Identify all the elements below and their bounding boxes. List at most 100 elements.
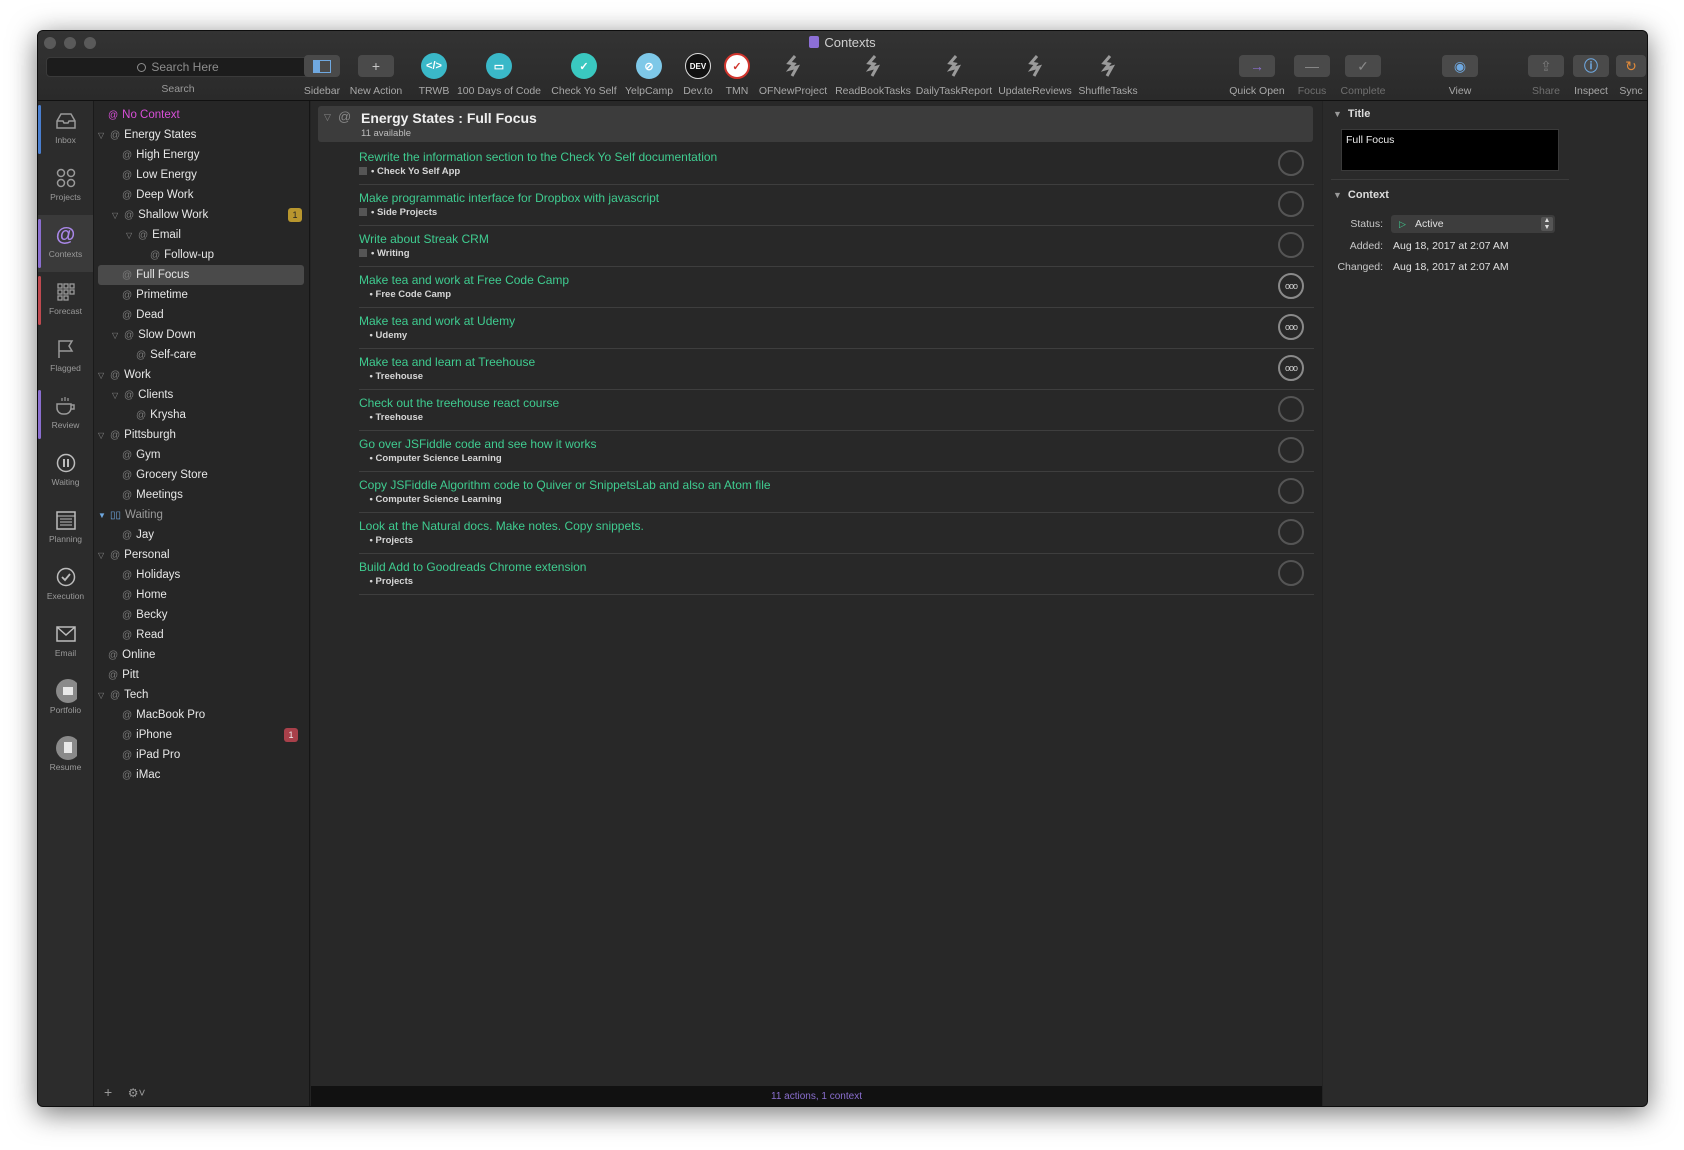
rail-item-resume[interactable]: Resume [38,728,93,785]
rail-item-portfolio[interactable]: Portfolio [38,671,93,728]
sidebar-item-meetings[interactable]: @ Meetings [122,485,302,505]
sidebar-item-energy-states[interactable]: ▽ @ Energy States [98,125,298,145]
inspector-context-section[interactable]: ▼ Context [1333,189,1389,201]
new-action-button[interactable]: + New Action [346,53,406,97]
sidebar-item-krysha[interactable]: @ Krysha [136,405,296,425]
readbooktasks-button[interactable]: ReadBookTasks [834,53,912,97]
sidebar-item-ipad-pro[interactable]: @ iPad Pro [122,745,302,765]
disclosure-triangle-icon[interactable]: ▽ [126,231,138,240]
disclosure-triangle-icon[interactable]: ▽ [98,131,110,140]
disclosure-triangle-icon[interactable]: ▽ [98,431,110,440]
rail-item-inbox[interactable]: Inbox [38,101,93,158]
disclosure-triangle-icon[interactable]: ▽ [112,331,124,340]
sidebar-item-jay[interactable]: @ Jay [122,525,302,545]
sidebar-item-home[interactable]: @ Home [122,585,302,605]
quick-open-button[interactable]: → Quick Open [1226,53,1288,97]
ofnewproject-button[interactable]: OFNewProject [756,53,830,97]
sidebar-item-iphone[interactable]: @ iPhone 1 [122,725,304,745]
sidebar-item-pittsburgh[interactable]: ▽ @ Pittsburgh [98,425,298,445]
complete-button[interactable]: ✓ Complete [1336,53,1390,97]
devto-button[interactable]: DEV Dev.to [678,53,718,97]
sidebar-item-high-energy[interactable]: @ High Energy [122,145,302,165]
action-title[interactable]: Copy JSFiddle Algorithm code to Quiver o… [359,478,771,492]
sidebar-item-grocery-store[interactable]: @ Grocery Store [122,465,302,485]
disclosure-triangle-icon[interactable]: ▼ [1333,109,1342,119]
sidebar-item-self-care[interactable]: @ Self-care [136,345,296,365]
title-field[interactable]: Full Focus [1341,129,1559,171]
disclosure-triangle-icon[interactable]: ▼ [98,511,110,520]
action-title[interactable]: Write about Streak CRM [359,232,489,246]
sidebar-item-pitt[interactable]: @ Pitt [108,665,298,685]
action-row[interactable]: Go over JSFiddle code and see how it wor… [359,431,1314,472]
rail-item-waiting[interactable]: Waiting [38,443,93,500]
rail-item-projects[interactable]: Projects [38,158,93,215]
sidebar-item-follow-up[interactable]: @ Follow-up [150,245,300,265]
gear-icon[interactable]: ⚙˅ [128,1086,146,1100]
action-row[interactable]: Rewrite the information section to the C… [359,144,1314,185]
100-days-of-code-button[interactable]: ▭ 100 Days of Code [456,53,542,97]
sidebar-item-dead[interactable]: @ Dead [122,305,302,325]
action-title[interactable]: Make tea and work at Free Code Camp [359,273,569,287]
action-title[interactable]: Check out the treehouse react course [359,396,559,410]
action-row[interactable]: Check out the treehouse react course • T… [359,390,1314,431]
updatereviews-button[interactable]: UpdateReviews [996,53,1074,97]
action-row[interactable]: Write about Streak CRM • Writing [359,226,1314,267]
action-row[interactable]: Copy JSFiddle Algorithm code to Quiver o… [359,472,1314,513]
trwb-button[interactable]: </> TRWB [416,53,452,97]
status-circle-more[interactable]: ooo [1278,273,1304,299]
sidebar-item-online[interactable]: @ Online [108,645,298,665]
rail-item-planning[interactable]: Planning [38,500,93,557]
inspect-button[interactable]: ⓘ Inspect [1570,53,1612,97]
sidebar-toggle-button[interactable]: Sidebar [300,53,344,97]
rail-item-email[interactable]: Email [38,614,93,671]
sidebar-item-holidays[interactable]: @ Holidays [122,565,302,585]
rail-item-contexts[interactable]: @ Contexts [38,215,93,272]
rail-item-forecast[interactable]: Forecast [38,272,93,329]
disclosure-triangle-icon[interactable]: ▽ [112,391,124,400]
sidebar-item-gym[interactable]: @ Gym [122,445,302,465]
action-title[interactable]: Rewrite the information section to the C… [359,150,717,164]
sidebar-item-no-context[interactable]: @ No Context [108,105,308,125]
disclosure-triangle-icon[interactable]: ▽ [112,211,124,220]
status-circle[interactable] [1278,478,1304,504]
action-row[interactable]: Make tea and work at Udemy • Udemy ooo [359,308,1314,349]
share-button[interactable]: ⇪ Share [1526,53,1566,97]
action-row[interactable]: Make tea and work at Free Code Camp • Fr… [359,267,1314,308]
status-circle[interactable] [1278,560,1304,586]
sidebar-item-personal[interactable]: ▽ @ Personal [98,545,298,565]
rail-item-execution[interactable]: Execution [38,557,93,614]
sidebar-item-shallow-work[interactable]: ▽ @ Shallow Work 1 [112,205,308,225]
context-group-header[interactable]: ▽ @ Energy States : Full Focus 11 availa… [318,106,1313,142]
disclosure-triangle-icon[interactable]: ▼ [1333,190,1342,200]
status-select[interactable]: ▷ Active ▲ ▼ [1391,215,1555,233]
disclosure-triangle-icon[interactable]: ▽ [98,551,110,560]
action-title[interactable]: Look at the Natural docs. Make notes. Co… [359,519,644,533]
sidebar-item-work[interactable]: ▽ @ Work [98,365,298,385]
sync-button[interactable]: ↻ Sync [1616,53,1646,97]
inspector-title-section[interactable]: ▼ Title [1333,108,1370,120]
sidebar-item-full-focus[interactable]: @ Full Focus [98,265,304,285]
action-row[interactable]: Look at the Natural docs. Make notes. Co… [359,513,1314,554]
sidebar-item-deep-work[interactable]: @ Deep Work [122,185,302,205]
disclosure-triangle-icon[interactable]: ▽ [324,112,331,123]
sidebar-item-slow-down[interactable]: ▽ @ Slow Down [112,325,302,345]
action-title[interactable]: Build Add to Goodreads Chrome extension [359,560,586,574]
sidebar-item-read[interactable]: @ Read [122,625,302,645]
shuffletasks-button[interactable]: ShuffleTasks [1075,53,1141,97]
tmn-button[interactable]: ✓ TMN [719,53,755,97]
sidebar-item-macbook-pro[interactable]: @ MacBook Pro [122,705,302,725]
sidebar-item-imac[interactable]: @ iMac [122,765,302,785]
status-circle-more[interactable]: ooo [1278,355,1304,381]
view-button[interactable]: ◉ View [1438,53,1482,97]
status-circle[interactable] [1278,437,1304,463]
dailytaskreport-button[interactable]: DailyTaskReport [914,53,994,97]
action-row[interactable]: Build Add to Goodreads Chrome extension … [359,554,1314,595]
rail-item-flagged[interactable]: Flagged [38,329,93,386]
action-row[interactable]: Make tea and learn at Treehouse • Treeho… [359,349,1314,390]
action-title[interactable]: Go over JSFiddle code and see how it wor… [359,437,596,451]
sidebar-item-tech[interactable]: ▽ @ Tech [98,685,298,705]
yelpcamp-button[interactable]: ⊘ YelpCamp [623,53,675,97]
status-circle[interactable] [1278,519,1304,545]
action-title[interactable]: Make programmatic interface for Dropbox … [359,191,659,205]
status-circle[interactable] [1278,232,1304,258]
